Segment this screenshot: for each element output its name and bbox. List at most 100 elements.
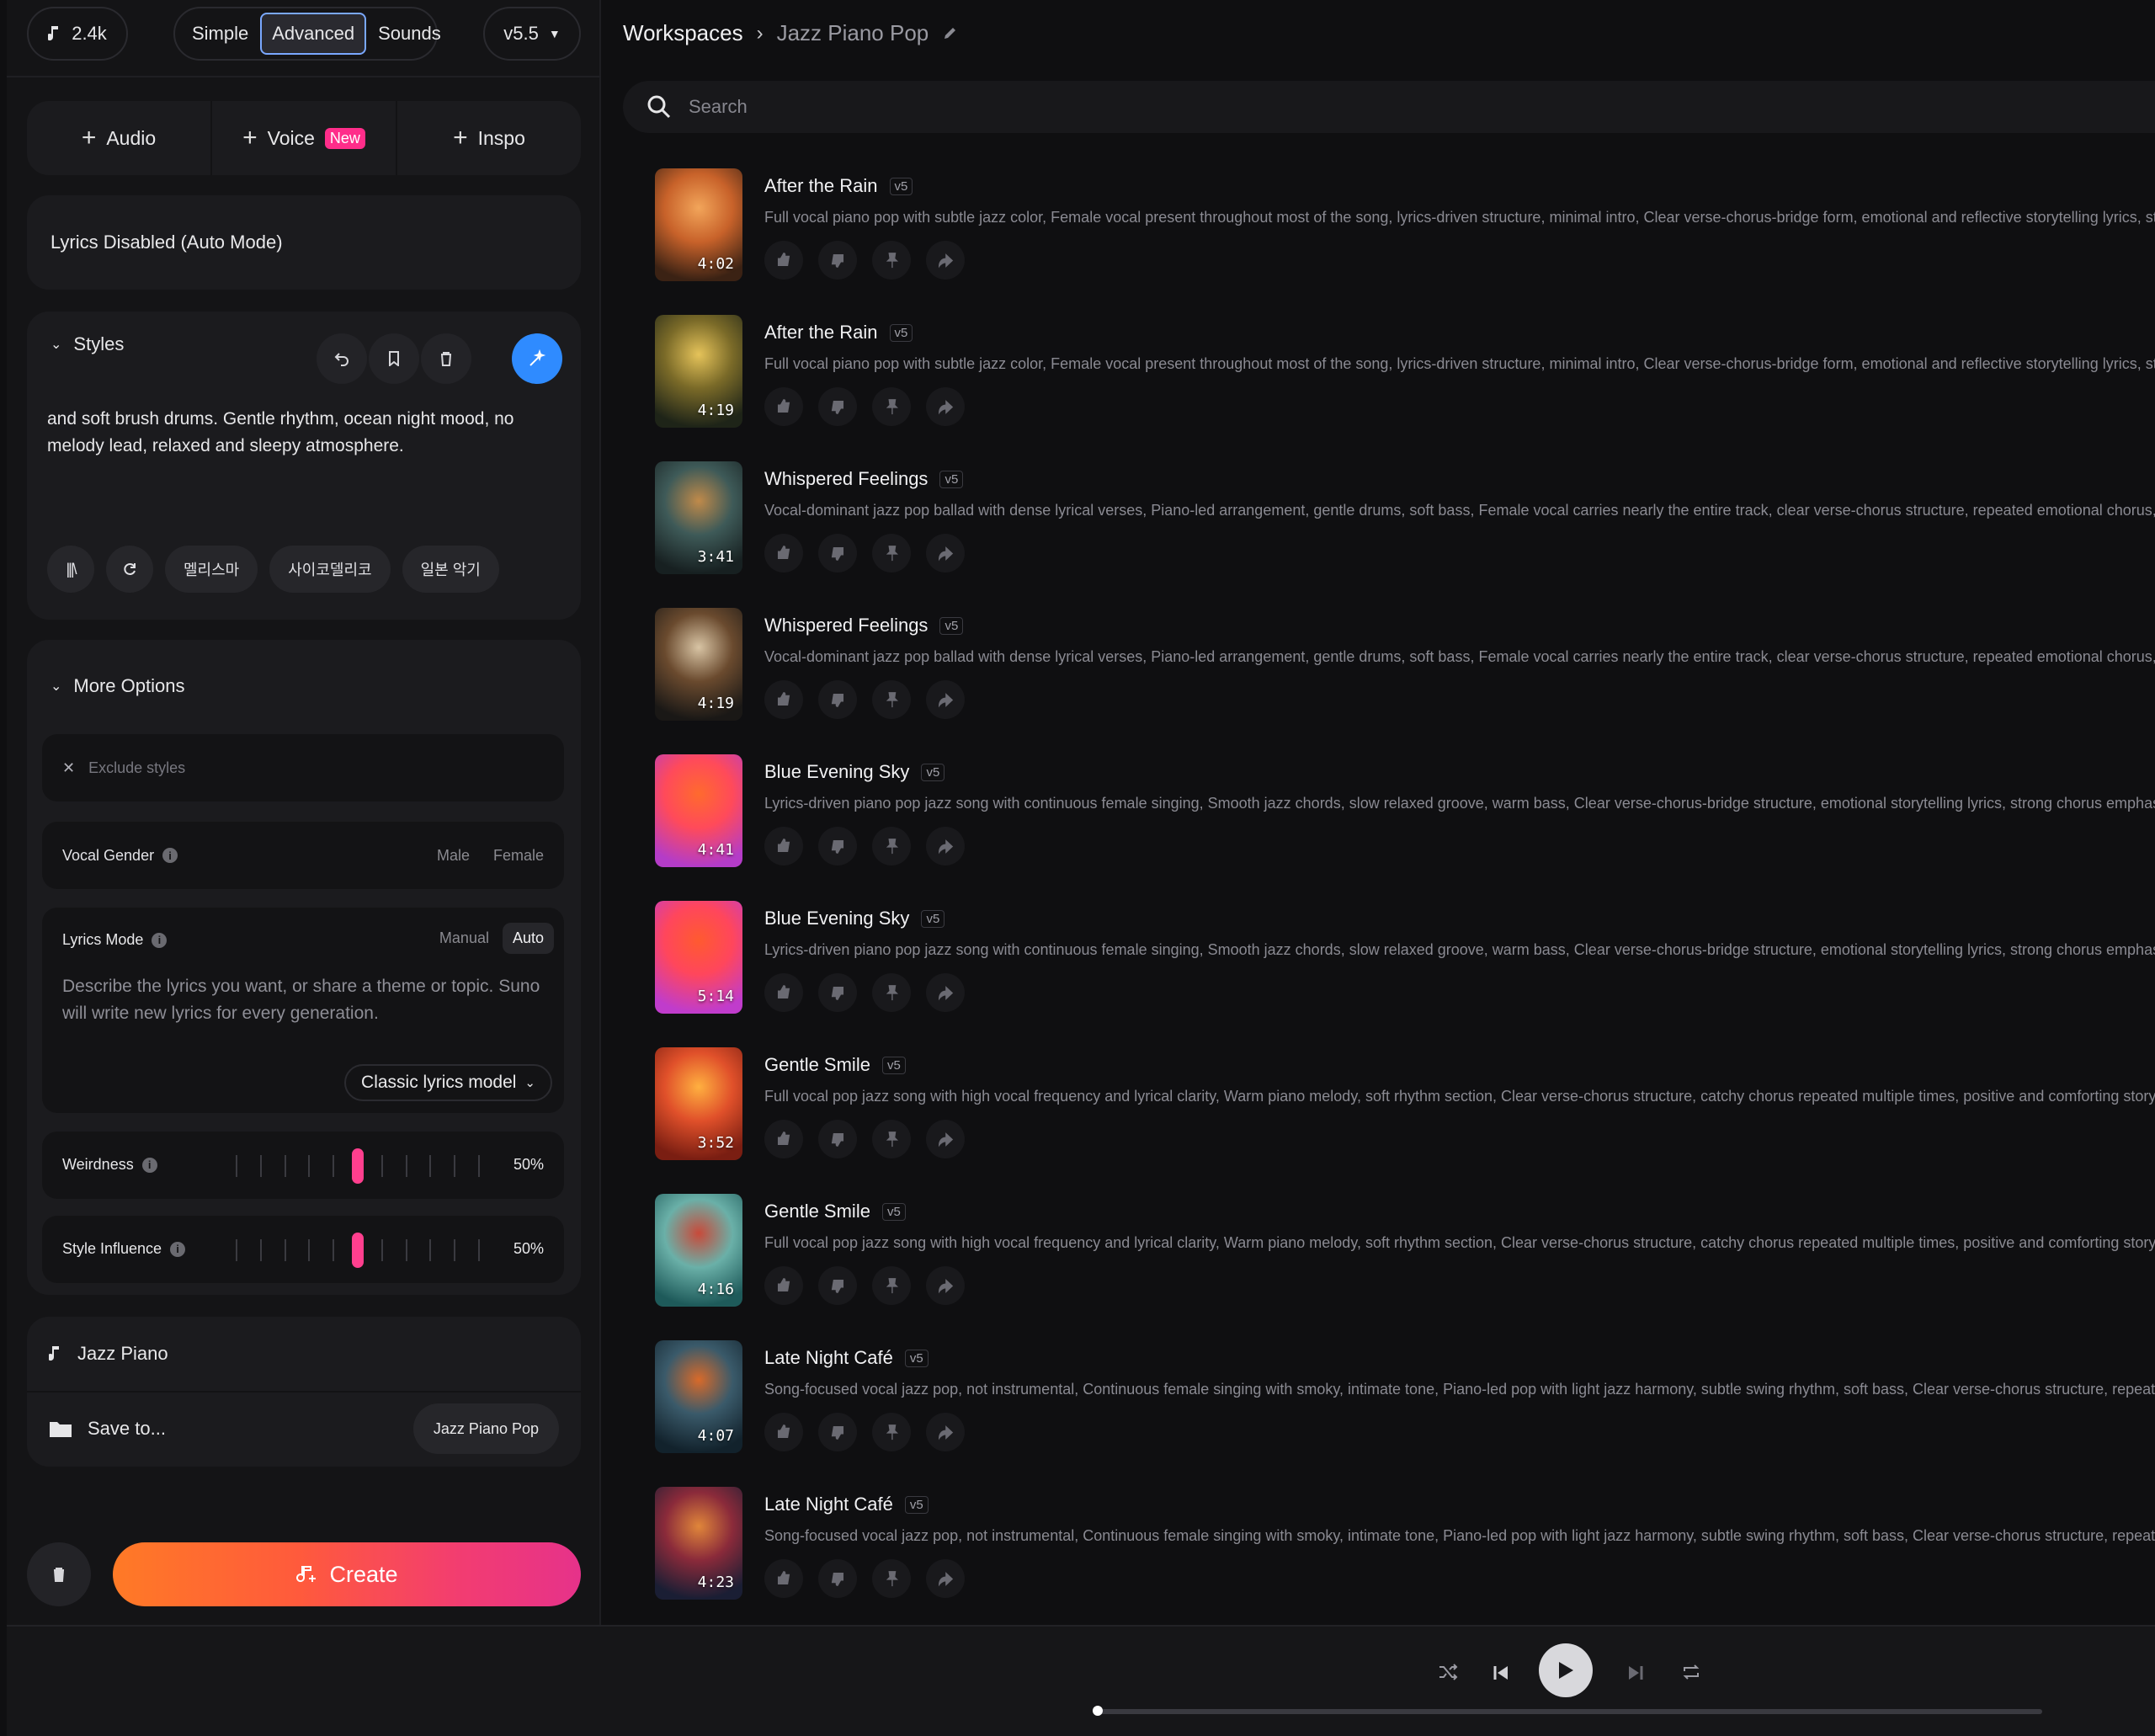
- pin-button[interactable]: [872, 973, 911, 1012]
- share-button[interactable]: [926, 1413, 965, 1451]
- lyrics-mode-manual[interactable]: Manual: [439, 929, 489, 947]
- weirdness-slider[interactable]: Weirdness i 50%: [42, 1132, 564, 1199]
- dislike-button[interactable]: [818, 1266, 857, 1305]
- lyrics-model-dropdown[interactable]: Classic lyrics model ⌄: [344, 1064, 552, 1101]
- song-cover[interactable]: 4:41: [655, 754, 742, 867]
- pin-button[interactable]: [872, 387, 911, 426]
- pin-button[interactable]: [872, 1559, 911, 1598]
- clear-styles-button[interactable]: [421, 333, 471, 384]
- share-button[interactable]: [926, 1120, 965, 1158]
- song-row[interactable]: 5:14 Blue Evening Sky v5 Lyrics-driven pian…: [655, 901, 2155, 1019]
- exclude-styles-input[interactable]: ✕ Exclude styles: [42, 734, 564, 801]
- pencil-icon[interactable]: [942, 26, 957, 41]
- song-row[interactable]: 3:41 Whispered Feelings v5 Vocal-dominant j…: [655, 461, 2155, 579]
- search-input[interactable]: Search: [623, 81, 2155, 133]
- song-cover[interactable]: 3:41: [655, 461, 742, 574]
- info-icon[interactable]: i: [162, 848, 178, 863]
- share-button[interactable]: [926, 534, 965, 572]
- song-title-input[interactable]: Jazz Piano: [77, 1343, 168, 1365]
- song-row[interactable]: 3:52 Gentle Smile v5 Full vocal pop jazz so…: [655, 1047, 2155, 1165]
- song-title[interactable]: Late Night Café: [764, 1347, 893, 1369]
- like-button[interactable]: [764, 973, 803, 1012]
- play-button[interactable]: [1539, 1643, 1593, 1697]
- share-button[interactable]: [926, 973, 965, 1012]
- previous-button[interactable]: [1492, 1664, 1510, 1682]
- song-cover[interactable]: 3:52: [655, 1047, 742, 1160]
- share-button[interactable]: [926, 387, 965, 426]
- like-button[interactable]: [764, 1413, 803, 1451]
- mode-advanced[interactable]: Advanced: [260, 13, 367, 55]
- share-button[interactable]: [926, 827, 965, 865]
- pin-button[interactable]: [872, 1120, 911, 1158]
- pin-button[interactable]: [872, 827, 911, 865]
- dislike-button[interactable]: [818, 1120, 857, 1158]
- dislike-button[interactable]: [818, 1413, 857, 1451]
- lyrics-prompt-textarea[interactable]: Describe the lyrics you want, or share a…: [62, 973, 551, 1027]
- song-title[interactable]: After the Rain: [764, 175, 878, 197]
- song-row[interactable]: 4:41 Blue Evening Sky v5 Lyrics-driven pian…: [655, 754, 2155, 872]
- song-title[interactable]: After the Rain: [764, 322, 878, 343]
- share-button[interactable]: [926, 241, 965, 280]
- like-button[interactable]: [764, 1559, 803, 1598]
- song-cover[interactable]: 4:07: [655, 1340, 742, 1453]
- like-button[interactable]: [764, 680, 803, 719]
- dislike-button[interactable]: [818, 680, 857, 719]
- enhance-styles-button[interactable]: [512, 333, 562, 384]
- song-row[interactable]: 4:19 Whispered Feelings v5 Vocal-dominant j…: [655, 608, 2155, 726]
- dislike-button[interactable]: [818, 241, 857, 280]
- info-icon[interactable]: i: [170, 1241, 186, 1257]
- like-button[interactable]: [764, 387, 803, 426]
- song-cover[interactable]: 5:14: [655, 901, 742, 1014]
- workspace-chip[interactable]: Jazz Piano Pop: [412, 1403, 559, 1454]
- save-to-row[interactable]: Save to... Jazz Piano Pop: [27, 1391, 581, 1465]
- vocal-female-option[interactable]: Female: [493, 847, 544, 865]
- song-row[interactable]: 4:07 Late Night Café v5 Song-focused vocal …: [655, 1340, 2155, 1458]
- song-cover[interactable]: 4:16: [655, 1194, 742, 1307]
- model-version-dropdown[interactable]: v5.5 ▼: [483, 7, 581, 61]
- share-button[interactable]: [926, 680, 965, 719]
- mode-sounds[interactable]: Sounds: [366, 13, 453, 55]
- style-chip[interactable]: 멜리스마: [165, 546, 258, 593]
- credits-pill[interactable]: 2.4k: [27, 7, 128, 61]
- song-title[interactable]: Blue Evening Sky: [764, 908, 909, 929]
- pin-button[interactable]: [872, 1413, 911, 1451]
- bookmark-button[interactable]: [369, 333, 419, 384]
- like-button[interactable]: [764, 1120, 803, 1158]
- clear-all-button[interactable]: [27, 1542, 91, 1606]
- info-icon[interactable]: i: [141, 1157, 157, 1173]
- add-voice-button[interactable]: + Voice New: [212, 101, 397, 175]
- song-title[interactable]: Gentle Smile: [764, 1201, 870, 1222]
- style-chip[interactable]: 사이코델리코: [269, 546, 391, 593]
- song-title[interactable]: Late Night Café: [764, 1494, 893, 1515]
- breadcrumb-root[interactable]: Workspaces: [623, 20, 743, 46]
- song-title[interactable]: Blue Evening Sky: [764, 761, 909, 783]
- song-row[interactable]: 4:23 Late Night Café v5 Song-focused vocal …: [655, 1487, 2155, 1605]
- like-button[interactable]: [764, 241, 803, 280]
- like-button[interactable]: [764, 1266, 803, 1305]
- song-cover[interactable]: 4:19: [655, 608, 742, 721]
- slider-knob[interactable]: [352, 1233, 364, 1268]
- song-title-row[interactable]: Jazz Piano: [27, 1317, 581, 1391]
- pin-button[interactable]: [872, 534, 911, 572]
- progress-track[interactable]: [1096, 1709, 2042, 1714]
- info-icon[interactable]: i: [152, 932, 168, 948]
- next-button[interactable]: [1626, 1664, 1645, 1682]
- pin-button[interactable]: [872, 680, 911, 719]
- style-library-button[interactable]: |||\: [47, 546, 94, 593]
- shuffle-button[interactable]: [1438, 1664, 1458, 1680]
- more-options-toggle[interactable]: ⌄ More Options: [51, 675, 184, 697]
- like-button[interactable]: [764, 827, 803, 865]
- pin-button[interactable]: [872, 241, 911, 280]
- repeat-button[interactable]: [1682, 1664, 1700, 1680]
- song-cover[interactable]: 4:19: [655, 315, 742, 428]
- style-influence-slider[interactable]: Style Influence i 50%: [42, 1216, 564, 1283]
- create-button[interactable]: Create: [113, 1542, 581, 1606]
- song-cover[interactable]: 4:23: [655, 1487, 742, 1600]
- styles-textarea[interactable]: and soft brush drums. Gentle rhythm, oce…: [47, 406, 552, 460]
- dislike-button[interactable]: [818, 387, 857, 426]
- undo-button[interactable]: [317, 333, 367, 384]
- refresh-chips-button[interactable]: [106, 546, 153, 593]
- weirdness-track[interactable]: [236, 1148, 480, 1184]
- dislike-button[interactable]: [818, 973, 857, 1012]
- lyrics-mode-auto[interactable]: Auto: [502, 923, 554, 954]
